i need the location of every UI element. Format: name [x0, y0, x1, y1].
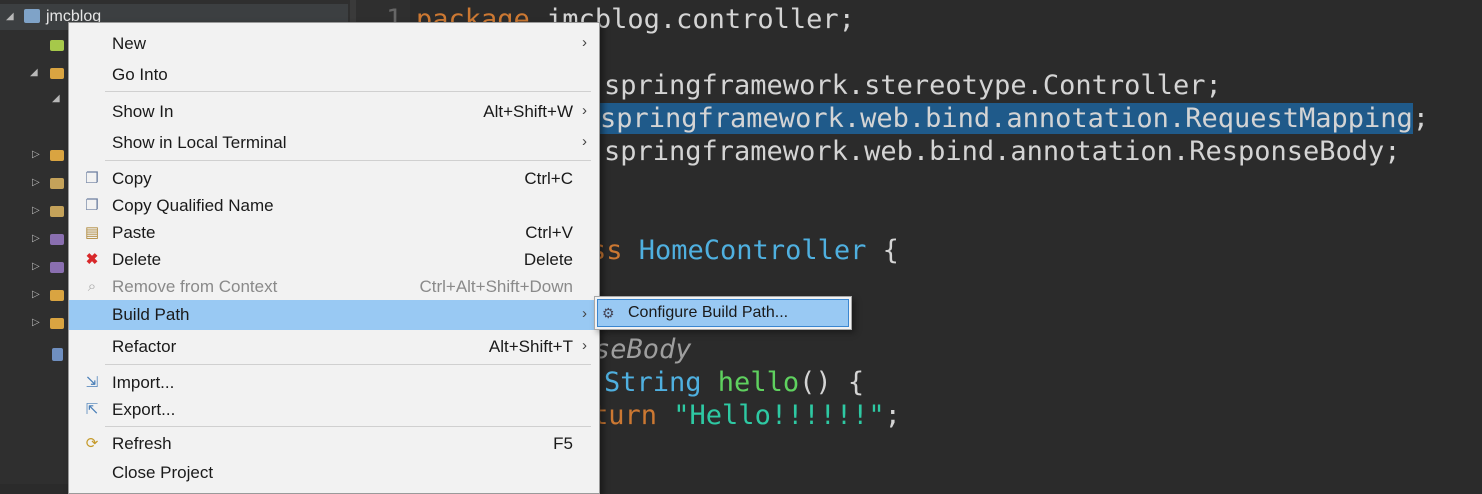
source-folder-icon — [50, 206, 64, 217]
export-icon: ⇱ — [85, 401, 99, 418]
build-path-submenu: ⚙ Configure Build Path... — [594, 296, 852, 330]
menu-item-export[interactable]: ⇱ Export... — [69, 396, 599, 424]
remove-context-icon: ⌕ — [87, 278, 97, 295]
submenu-arrow-icon: › — [582, 337, 587, 354]
tree-item[interactable]: ◢ — [0, 86, 68, 112]
expand-arrow-icon[interactable]: ▷ — [32, 254, 40, 280]
code-line-import-requestmapping: springframework.web.bind.annotation.Requ… — [600, 103, 1430, 134]
submenu-arrow-icon: › — [582, 34, 587, 51]
folder-icon — [50, 318, 64, 329]
tree-item[interactable] — [0, 340, 68, 366]
source-folder-icon — [50, 178, 64, 189]
project-icon — [24, 9, 40, 23]
menu-item-show-in-local-terminal[interactable]: Show in Local Terminal › — [69, 129, 599, 157]
copy-qualified-icon: ❐ — [85, 197, 99, 214]
refresh-icon: ⟳ — [85, 435, 99, 452]
menu-item-copy[interactable]: ❐ Copy Ctrl+C — [69, 165, 599, 193]
code-line-return: turn "Hello!!!!!!"; — [592, 400, 901, 431]
tree-item[interactable]: ▷ — [0, 142, 68, 168]
code-line-method-decl: String hello() { — [604, 367, 865, 398]
menu-item-paste[interactable]: ▤ Paste Ctrl+V — [69, 219, 599, 247]
code-line-import-responsebody: springframework.web.bind.annotation.Resp… — [604, 136, 1401, 167]
tree-item[interactable]: ▷ — [0, 226, 68, 252]
tree-item[interactable]: ▷ — [0, 198, 68, 224]
maven-file-icon — [52, 348, 63, 361]
expand-arrow-icon[interactable]: ▷ — [32, 282, 40, 308]
expand-arrow-icon[interactable]: ▷ — [32, 142, 40, 168]
menu-item-remove-from-context[interactable]: ⌕ Remove from Context Ctrl+Alt+Shift+Dow… — [69, 273, 599, 301]
settings-leaf-icon — [50, 40, 64, 51]
menu-item-build-path[interactable]: Build Path › — [69, 300, 599, 330]
paste-icon: ▤ — [85, 224, 100, 241]
menu-item-refresh[interactable]: ⟳ Refresh F5 — [69, 430, 599, 458]
import-icon: ⇲ — [85, 374, 99, 391]
menu-separator — [105, 160, 591, 161]
library-icon — [50, 262, 64, 273]
menu-item-go-into[interactable]: Go Into — [69, 61, 599, 89]
submenu-arrow-icon: › — [582, 133, 587, 150]
menu-item-delete[interactable]: ✖ Delete Delete — [69, 246, 599, 274]
submenu-arrow-icon: › — [582, 102, 587, 119]
submenu-arrow-icon: › — [582, 305, 587, 322]
expand-arrow-icon[interactable]: ▷ — [32, 310, 40, 336]
library-icon — [50, 234, 64, 245]
folder-icon — [50, 290, 64, 301]
collapse-arrow-icon[interactable]: ◢ — [6, 4, 14, 30]
tree-item[interactable]: ▷ — [0, 170, 68, 196]
folder-icon — [50, 150, 64, 161]
menu-item-show-in[interactable]: Show In Alt+Shift+W › — [69, 98, 599, 126]
menu-item-copy-qualified-name[interactable]: ❐ Copy Qualified Name — [69, 192, 599, 220]
menu-item-close-project[interactable]: Close Project — [69, 459, 599, 487]
build-path-icon: ⚙ — [602, 305, 615, 321]
tree-item[interactable] — [0, 32, 68, 58]
menu-item-configure-build-path[interactable]: ⚙ Configure Build Path... — [597, 299, 849, 327]
tree-item[interactable]: ▷ — [0, 282, 68, 308]
menu-separator — [105, 426, 591, 427]
expand-arrow-icon[interactable]: ▷ — [32, 226, 40, 252]
folder-icon — [50, 68, 64, 79]
menu-separator — [105, 91, 591, 92]
code-line-class-decl: ss HomeController { — [590, 235, 899, 266]
tree-item[interactable]: ◢ — [0, 60, 68, 86]
expand-arrow-icon[interactable]: ▷ — [32, 170, 40, 196]
tree-item[interactable]: ▷ — [0, 310, 68, 336]
menu-item-refactor[interactable]: Refactor Alt+Shift+T › — [69, 333, 599, 361]
menu-item-import[interactable]: ⇲ Import... — [69, 369, 599, 397]
delete-icon: ✖ — [85, 251, 99, 268]
menu-item-new[interactable]: New › — [69, 30, 599, 58]
menu-separator — [105, 364, 591, 365]
code-line-annotation: seBody — [594, 334, 692, 365]
expand-arrow-icon[interactable]: ▷ — [32, 198, 40, 224]
context-menu: New › Go Into Show In Alt+Shift+W › Show… — [68, 22, 600, 494]
tree-item[interactable]: ▷ — [0, 254, 68, 280]
code-line-import-controller: springframework.stereotype.Controller; — [604, 70, 1222, 101]
selected-text: springframework.web.bind.annotation.Requ… — [600, 103, 1413, 134]
collapse-arrow-icon[interactable]: ◢ — [30, 60, 38, 86]
collapse-arrow-icon[interactable]: ◢ — [52, 86, 60, 112]
copy-icon: ❐ — [85, 170, 99, 187]
